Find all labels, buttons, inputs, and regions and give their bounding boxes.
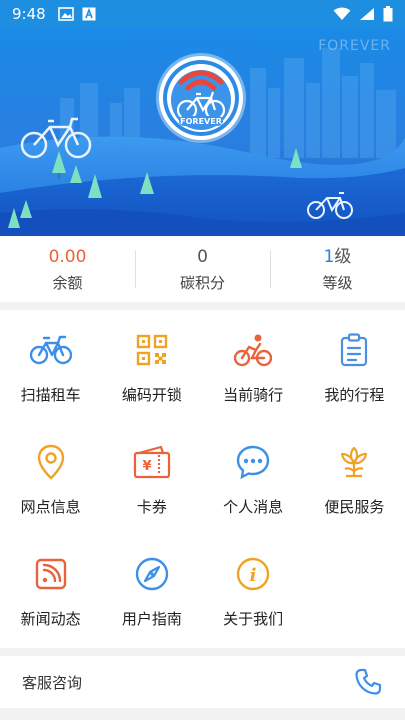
scan-rent-label: 扫描租车 <box>20 386 81 404</box>
scan-rent-button[interactable]: 扫描租车 <box>0 310 101 422</box>
carbon-points-value: 0 <box>197 246 208 267</box>
convenience-services-button[interactable]: 便民服务 <box>304 422 405 534</box>
qr-code-icon <box>130 328 174 372</box>
logo-text: FOREVER <box>180 117 222 126</box>
customer-service-row[interactable]: 客服咨询 <box>0 656 405 708</box>
code-unlock-label: 编码开锁 <box>121 386 182 404</box>
level-unit: 级 <box>334 246 352 267</box>
a-notification-icon <box>82 7 96 21</box>
news-label: 新闻动态 <box>20 610 81 628</box>
compass-icon <box>130 552 174 596</box>
bicycle-icon <box>29 328 73 372</box>
convenience-services-label: 便民服务 <box>324 498 385 516</box>
chat-bubble-icon <box>231 440 275 484</box>
level-value: 1级 <box>324 246 352 268</box>
user-guide-button[interactable]: 用户指南 <box>101 534 202 646</box>
wifi-icon <box>333 7 351 20</box>
balance-stat[interactable]: 0.00 余额 <box>0 236 135 302</box>
level-number: 1 <box>323 246 335 267</box>
outlet-info-label: 网点信息 <box>20 498 81 516</box>
level-label: 等级 <box>322 273 353 292</box>
signal-icon <box>360 8 374 20</box>
about-us-label: 关于我们 <box>223 610 284 628</box>
outlet-info-button[interactable]: 网点信息 <box>0 422 101 534</box>
function-grid: 扫描租车 编码开锁 当前骑行 我的行程 网点信息 ¥ 卡券 个人消息 便民服务 … <box>0 310 405 648</box>
carbon-points-label: 碳积分 <box>179 273 225 292</box>
level-stat[interactable]: 1级 等级 <box>270 236 405 302</box>
flower-icon <box>332 440 376 484</box>
my-trips-button[interactable]: 我的行程 <box>304 310 405 422</box>
customer-service-label: 客服咨询 <box>22 673 83 692</box>
my-trips-label: 我的行程 <box>324 386 385 404</box>
bike-logo-icon: FOREVER <box>163 60 239 136</box>
balance-value: 0.00 <box>48 246 87 267</box>
status-bar: 9:48 <box>0 0 405 28</box>
about-us-button[interactable]: i 关于我们 <box>203 534 304 646</box>
code-unlock-button[interactable]: 编码开锁 <box>101 310 202 422</box>
empty-cell <box>304 534 405 646</box>
phone-icon[interactable] <box>353 667 383 697</box>
hero-watermark: FOREVER <box>318 38 391 54</box>
battery-icon <box>383 6 393 22</box>
current-ride-label: 当前骑行 <box>223 386 284 404</box>
coupon-icon: ¥ <box>130 440 174 484</box>
carbon-points-stat[interactable]: 0 碳积分 <box>135 236 270 302</box>
info-icon: i <box>231 552 275 596</box>
hero-banner: FOREVER FOREVER <box>0 28 405 236</box>
account-stats: 0.00 余额 0 碳积分 1级 等级 <box>0 236 405 302</box>
rss-icon <box>29 552 73 596</box>
svg-text:i: i <box>250 565 257 586</box>
image-notification-icon <box>57 7 74 21</box>
coupons-label: 卡券 <box>136 498 167 516</box>
personal-messages-button[interactable]: 个人消息 <box>203 422 304 534</box>
news-button[interactable]: 新闻动态 <box>0 534 101 646</box>
cyclist-icon <box>231 328 275 372</box>
status-time: 9:48 <box>12 5 46 23</box>
user-guide-label: 用户指南 <box>121 610 182 628</box>
clipboard-icon <box>332 328 376 372</box>
coupons-button[interactable]: ¥ 卡券 <box>101 422 202 534</box>
bottom-spacer <box>0 708 405 720</box>
location-pin-icon <box>29 440 73 484</box>
current-ride-button[interactable]: 当前骑行 <box>203 310 304 422</box>
app-logo: FOREVER <box>159 56 243 140</box>
balance-label: 余额 <box>52 273 83 292</box>
personal-messages-label: 个人消息 <box>223 498 284 516</box>
svg-text:¥: ¥ <box>142 459 151 474</box>
